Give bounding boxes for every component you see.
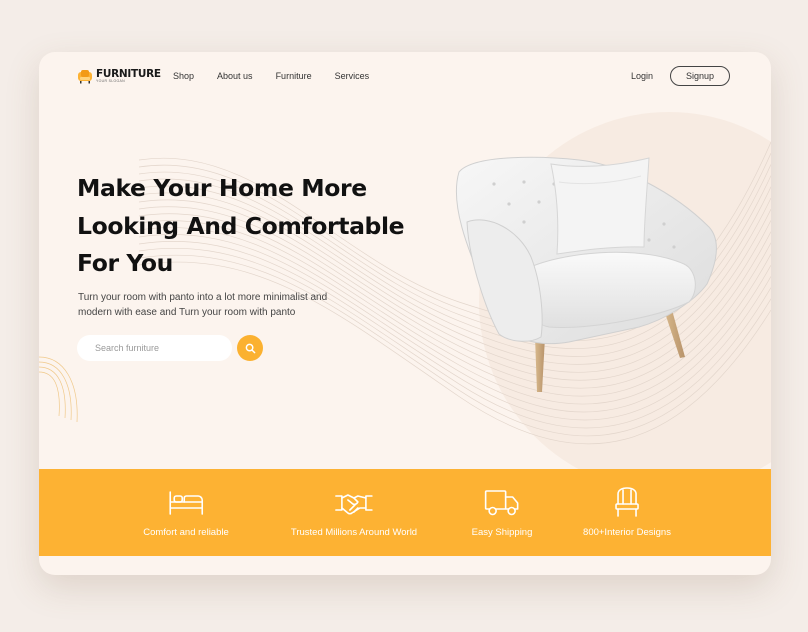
hero-subtitle: Turn your room with panto into a lot mor…: [78, 292, 328, 318]
nav-item-services[interactable]: Services: [335, 71, 370, 81]
nav-item-shop[interactable]: Shop: [173, 71, 194, 81]
feature-trusted: Trusted Millions Around World: [291, 469, 417, 538]
brand-logo[interactable]: FURNITURE YOUR SLOGAN: [77, 68, 161, 84]
search-button[interactable]: [237, 335, 263, 361]
armchair-image: [455, 156, 717, 392]
feature-shipping: Easy Shipping: [471, 469, 533, 538]
bed-icon: [169, 491, 203, 515]
brand-name: FURNITURE: [96, 67, 161, 80]
landing-page-card: FURNITURE YOUR SLOGAN Shop About us Furn…: [39, 52, 771, 575]
feature-comfort: Comfort and reliable: [143, 469, 229, 538]
hero-title-line: For You: [77, 249, 173, 277]
armchair-logo-icon: [78, 70, 92, 84]
login-link[interactable]: Login: [631, 71, 653, 81]
hero-title-line: Make Your Home More: [77, 174, 367, 202]
feature-label: Easy Shipping: [471, 527, 533, 538]
feature-designs: 800+Interior Designs: [583, 469, 671, 538]
feature-label: 800+Interior Designs: [583, 527, 671, 538]
hero-title: Make Your Home More Looking And Comforta…: [77, 170, 437, 283]
truck-icon: [485, 490, 519, 516]
features-band: Comfort and reliable Trusted Millions Ar…: [39, 469, 771, 556]
nav-item-about-us[interactable]: About us: [217, 71, 253, 81]
main-nav: Shop About us Furniture Services: [173, 71, 392, 81]
brand-tagline: YOUR SLOGAN: [96, 79, 125, 83]
feature-label: Trusted Millions Around World: [290, 527, 418, 538]
chair-icon: [615, 487, 639, 517]
hero-title-line: Looking And Comfortable: [77, 211, 405, 240]
search-input[interactable]: [77, 335, 232, 361]
signup-button[interactable]: Signup: [670, 66, 730, 86]
handshake-icon: [335, 494, 373, 515]
feature-label: Comfort and reliable: [143, 527, 229, 538]
nav-item-furniture[interactable]: Furniture: [276, 71, 312, 81]
search-icon: [245, 343, 255, 353]
